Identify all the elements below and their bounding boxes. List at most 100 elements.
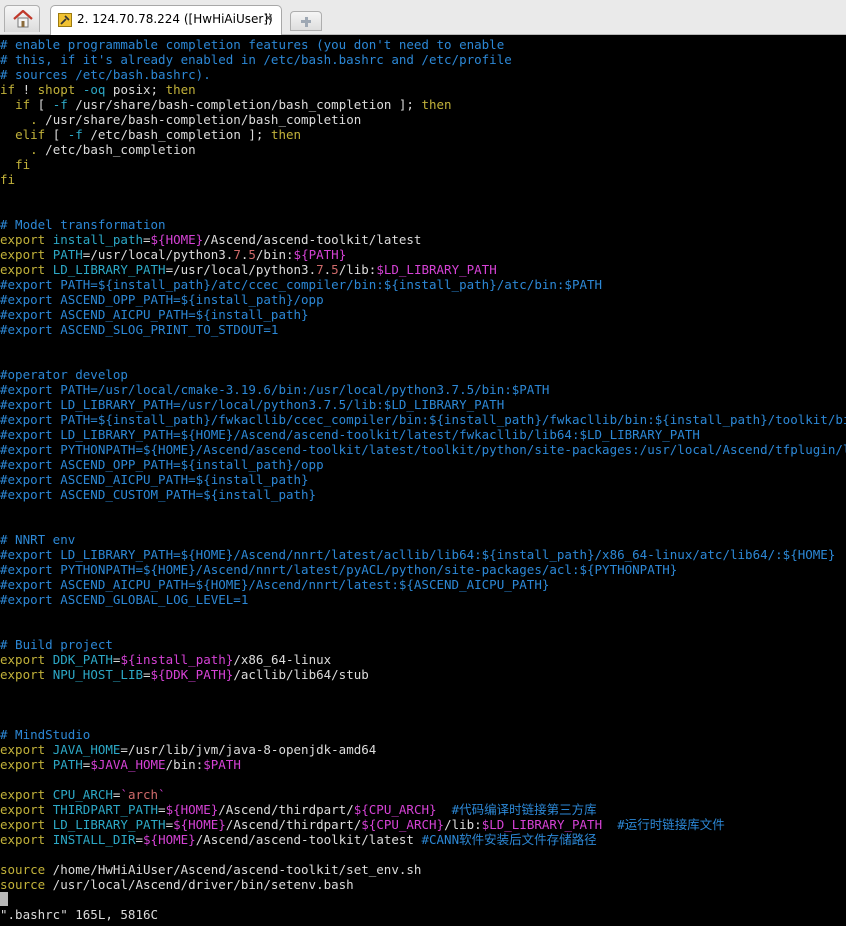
code-token: #export ASCEND_GLOBAL_LOG_LEVEL=1	[0, 592, 249, 607]
code-line: # Build project	[0, 637, 846, 652]
code-line: export CPU_ARCH=`arch`	[0, 787, 846, 802]
code-token: `	[120, 787, 128, 802]
code-token: 7	[316, 262, 324, 277]
code-token: install_path	[52, 232, 143, 247]
code-line: export PATH=$JAVA_HOME/bin:$PATH	[0, 757, 846, 772]
code-token: NPU_HOST_LIB	[52, 667, 143, 682]
terminal-session-icon	[58, 13, 72, 27]
code-line: # NNRT env	[0, 532, 846, 547]
code-token: #export ASCEND_OPP_PATH=${install_path}/…	[0, 457, 324, 472]
code-line: #export PATH=${install_path}/fwkacllib/c…	[0, 412, 846, 427]
terminal-output[interactable]: # enable programmable completion feature…	[0, 37, 846, 926]
cursor-line	[0, 892, 846, 907]
tab-title: 2. 124.70.78.224 ([HwHiAiUser])	[77, 12, 273, 26]
code-token: #export LD_LIBRARY_PATH=/usr/local/pytho…	[0, 397, 505, 412]
code-token: /Ascend/ascend-toolkit/latest	[195, 832, 422, 847]
code-line: if ! shopt -oq posix; then	[0, 82, 846, 97]
code-line: export THIRDPART_PATH=${HOME}/Ascend/thi…	[0, 802, 846, 817]
code-token: -f	[67, 127, 83, 142]
code-token: #CANN软件安装后文件存储路径	[421, 832, 597, 847]
code-token: export	[0, 757, 46, 772]
code-line: . /etc/bash_completion	[0, 142, 846, 157]
code-line: export install_path=${HOME}/Ascend/ascen…	[0, 232, 846, 247]
code-token: 5	[331, 262, 339, 277]
code-token: ${HOME}	[173, 817, 226, 832]
code-line: fi	[0, 157, 846, 172]
code-line: if [ -f /usr/share/bash-completion/bash_…	[0, 97, 846, 112]
new-tab-button[interactable]	[290, 11, 322, 31]
code-token: /bin:	[255, 247, 294, 262]
code-token: elif	[15, 127, 46, 142]
code-token: fi	[0, 172, 16, 187]
code-token: shopt	[37, 82, 76, 97]
code-token: -f	[52, 97, 68, 112]
code-token: /acllib/lib64/stub	[233, 667, 369, 682]
code-token: /etc/bash_completion	[37, 142, 196, 157]
code-token: posix;	[105, 82, 166, 97]
code-token: THIRDPART_PATH	[52, 802, 159, 817]
code-token: =	[135, 832, 144, 847]
code-token: export	[0, 832, 46, 847]
code-token: export	[0, 247, 46, 262]
code-line: export INSTALL_DIR=${HOME}/Ascend/ascend…	[0, 832, 846, 847]
code-token: #export ASCEND_CUSTOM_PATH=${install_pat…	[0, 487, 317, 502]
text-cursor	[0, 892, 8, 906]
code-token: export	[0, 742, 46, 757]
code-token: export	[0, 817, 46, 832]
code-token: #export PYTHONPATH=${HOME}/Ascend/ascend…	[0, 442, 846, 457]
code-line: export NPU_HOST_LIB=${DDK_PATH}/acllib/l…	[0, 667, 846, 682]
code-line: #export PYTHONPATH=${HOME}/Ascend/ascend…	[0, 442, 846, 457]
close-icon[interactable]: ×	[263, 11, 274, 26]
code-token: /home/HwHiAiUser/Ascend/ascend-toolkit/s…	[45, 862, 422, 877]
code-token: JAVA_HOME	[52, 742, 121, 757]
code-token: #代码编译时链接第三方库	[451, 802, 597, 817]
code-token: 5	[248, 247, 256, 262]
code-token: 7	[233, 247, 241, 262]
code-token: =/usr/local/python3.	[165, 262, 317, 277]
code-token: /usr/share/bash-completion/bash_completi…	[67, 97, 422, 112]
code-token: /usr/local/Ascend/driver/bin/setenv.bash	[45, 877, 354, 892]
code-token: #export PATH=${install_path}/atc/ccec_co…	[0, 277, 603, 292]
code-token: `	[158, 787, 166, 802]
code-token: then	[165, 82, 196, 97]
code-token: /Ascend/thirdpart/	[225, 817, 362, 832]
code-token: .	[30, 112, 38, 127]
session-tab[interactable]: 2. 124.70.78.224 ([HwHiAiUser]) ×	[50, 5, 282, 35]
code-token: INSTALL_DIR	[52, 832, 136, 847]
code-token: /lib:	[338, 262, 377, 277]
code-line: #export ASCEND_OPP_PATH=${install_path}/…	[0, 292, 846, 307]
code-token: ${HOME}	[150, 232, 204, 247]
home-button[interactable]	[4, 5, 40, 32]
code-token: $LD_LIBRARY_PATH	[481, 817, 603, 832]
code-line: #operator develop	[0, 367, 846, 382]
code-line: export PATH=/usr/local/python3.7.5/bin:$…	[0, 247, 846, 262]
code-line: fi	[0, 172, 846, 187]
code-line: #export PATH=/usr/local/cmake-3.19.6/bin…	[0, 382, 846, 397]
code-line: source /usr/local/Ascend/driver/bin/sete…	[0, 877, 846, 892]
code-token: ${CPU_ARCH}	[361, 817, 445, 832]
code-token: #export ASCEND_AICPU_PATH=${install_path…	[0, 307, 309, 322]
code-token: ${install_path}	[120, 652, 234, 667]
code-token: #export PATH=${install_path}/fwkacllib/c…	[0, 412, 846, 427]
code-token: CPU_ARCH	[52, 787, 113, 802]
code-token: /x86_64-linux	[233, 652, 332, 667]
code-token: $JAVA_HOME	[90, 757, 166, 772]
code-token: =	[158, 802, 166, 817]
code-line: #export LD_LIBRARY_PATH=${HOME}/Ascend/n…	[0, 547, 846, 562]
